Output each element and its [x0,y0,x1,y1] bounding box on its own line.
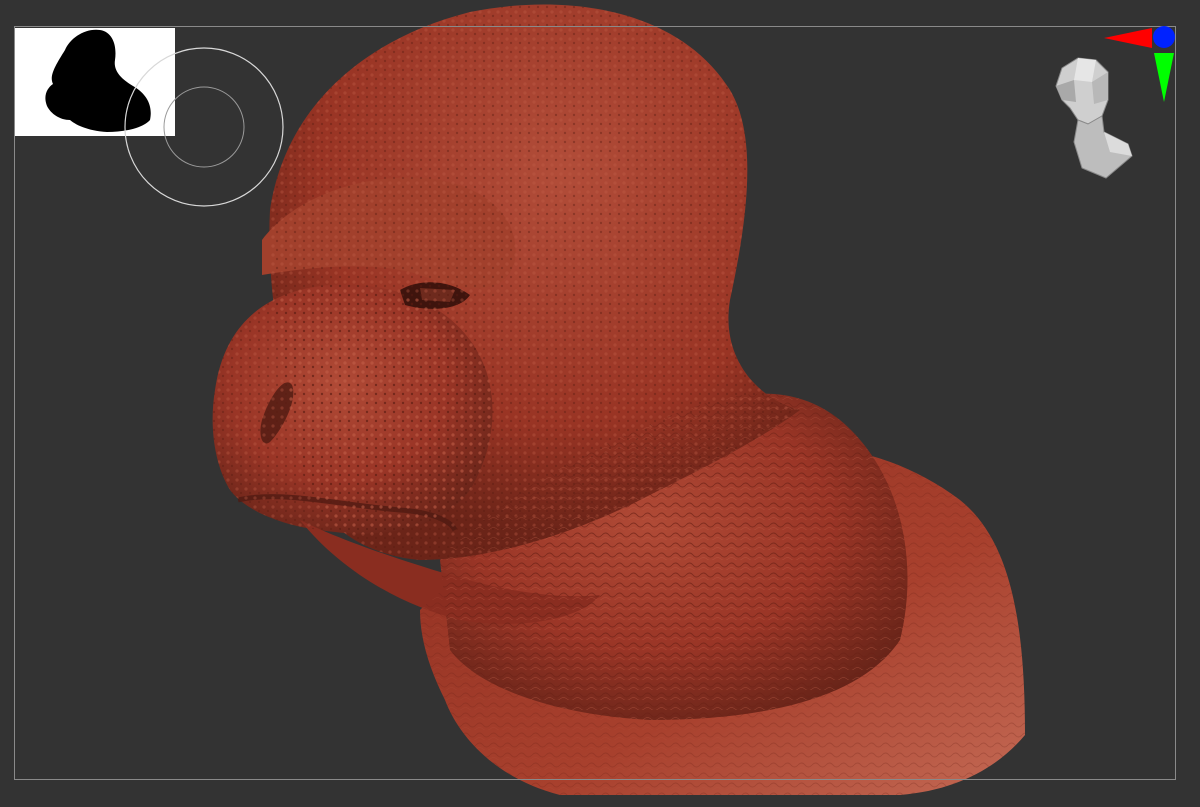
sculpted-head-model[interactable] [0,0,1200,807]
head-orientation-icon [1055,57,1133,179]
z-axis-icon [1153,26,1175,48]
x-axis-icon [1104,28,1152,48]
navigator-thumbnail[interactable] [15,28,175,136]
3d-viewport[interactable] [0,0,1200,807]
orientation-gizmo[interactable] [1040,20,1190,190]
y-axis-icon [1154,53,1174,102]
silhouette-icon [45,29,151,132]
